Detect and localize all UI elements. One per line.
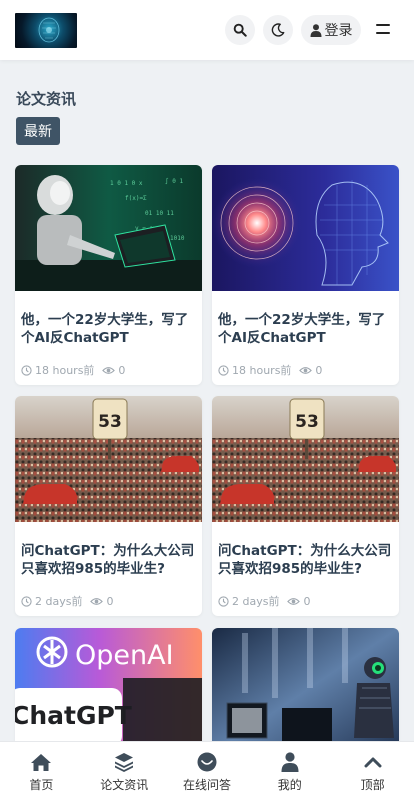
chevron-up-icon xyxy=(364,757,382,768)
article-views: 0 xyxy=(102,364,125,377)
nav-item-top[interactable]: 顶部 xyxy=(331,742,414,800)
user-icon xyxy=(281,752,299,772)
eye-icon xyxy=(90,597,104,605)
article-card[interactable]: 53 问ChatGPT：为什么大公司只喜欢招985的毕业生? 2 days前 0 xyxy=(212,396,399,616)
article-meta: 18 hours前 0 xyxy=(15,362,202,378)
article-views-count: 0 xyxy=(303,594,311,608)
nav-label: 我的 xyxy=(277,778,302,792)
user-icon xyxy=(310,23,321,37)
menu-button[interactable] xyxy=(376,22,392,38)
svg-text:01 10 11: 01 10 11 xyxy=(145,210,174,217)
search-icon xyxy=(233,23,247,37)
eye-icon xyxy=(102,366,116,374)
svg-text:1 0 1 0 x: 1 0 1 0 x xyxy=(110,180,143,187)
article-meta: 2 days前 0 xyxy=(212,593,399,609)
search-button[interactable] xyxy=(225,15,255,45)
crowd-53-image: 53 xyxy=(212,396,399,522)
nav-label: 在线问答 xyxy=(182,778,231,792)
clock-icon xyxy=(21,595,32,607)
article-meta: 2 days前 0 xyxy=(15,593,202,609)
article-card[interactable]: 53 问ChatGPT：为什么大公司只喜欢招985的毕业生? 2 days前 0 xyxy=(15,396,202,616)
article-views-count: 0 xyxy=(315,363,323,377)
clock-icon xyxy=(218,595,229,607)
menu-icon xyxy=(376,24,390,26)
svg-text:53: 53 xyxy=(295,412,319,432)
openai-logo-text: OpenAI xyxy=(75,640,174,671)
site-logo[interactable] xyxy=(15,13,77,48)
home-icon xyxy=(31,753,52,771)
svg-text:53: 53 xyxy=(98,412,122,432)
robot-office-image xyxy=(212,628,399,754)
article-title[interactable]: 问ChatGPT：为什么大公司只喜欢招985的毕业生? xyxy=(212,542,399,578)
clock-icon xyxy=(218,364,229,376)
latest-tab[interactable]: 最新 xyxy=(16,117,60,145)
article-card[interactable]: 他，一个22岁大学生，写了个AI反ChatGPT 18 hours前 0 xyxy=(212,165,399,385)
svg-text:f(x)=Σ: f(x)=Σ xyxy=(125,195,147,202)
chat-icon xyxy=(197,752,217,772)
login-button[interactable]: 登录 xyxy=(301,15,361,45)
nav-item-qa[interactable]: 在线问答 xyxy=(166,742,249,800)
article-meta: 18 hours前 0 xyxy=(212,362,399,378)
article-time: 2 days前 xyxy=(21,593,82,609)
article-time-text: 2 days前 xyxy=(35,595,83,608)
nav-item-mine[interactable]: 我的 xyxy=(248,742,331,800)
eye-icon xyxy=(287,597,301,605)
moon-icon xyxy=(271,23,285,37)
layers-icon xyxy=(115,753,134,772)
nav-item-home[interactable]: 首页 xyxy=(0,742,83,800)
article-time-text: 2 days前 xyxy=(232,595,280,608)
svg-text:1010: 1010 xyxy=(170,235,185,242)
chatgpt-logo-text: ChatGPT xyxy=(15,701,132,730)
top-header: 登录 xyxy=(0,0,414,60)
login-label: 登录 xyxy=(324,23,353,39)
article-views: 0 xyxy=(90,595,113,608)
section-title: 论文资讯 xyxy=(16,90,77,108)
robot-laptop-image: 1 0 1 0 xf(x)=Σ01 10 11 ∫ 0 1y = ax1010 xyxy=(15,165,202,291)
article-views: 0 xyxy=(299,364,322,377)
menu-icon-line xyxy=(376,32,390,34)
article-title[interactable]: 他，一个22岁大学生，写了个AI反ChatGPT xyxy=(15,311,202,347)
nav-item-papers[interactable]: 论文资讯 xyxy=(83,742,166,800)
ai-face-image xyxy=(212,165,399,291)
svg-text:∫ 0 1: ∫ 0 1 xyxy=(165,177,183,185)
article-card[interactable]: 1 0 1 0 xf(x)=Σ01 10 11 ∫ 0 1y = ax1010 … xyxy=(15,165,202,385)
nav-label: 顶部 xyxy=(360,778,385,792)
crowd-53-image: 53 xyxy=(15,396,202,522)
article-time: 2 days前 xyxy=(218,593,279,609)
article-title[interactable]: 问ChatGPT：为什么大公司只喜欢招985的毕业生? xyxy=(15,542,202,578)
article-views: 0 xyxy=(287,595,310,608)
bottom-navigation: 首页 论文资讯 在线问答 我的 顶部 xyxy=(0,741,414,800)
article-views-count: 0 xyxy=(106,594,114,608)
article-time: 18 hours前 xyxy=(21,362,94,378)
article-title[interactable]: 他，一个22岁大学生，写了个AI反ChatGPT xyxy=(212,311,399,347)
article-views-count: 0 xyxy=(118,363,126,377)
nav-label: 论文资讯 xyxy=(100,778,149,792)
clock-icon xyxy=(21,364,32,376)
openai-chatgpt-image: OpenAI ChatGPT xyxy=(15,628,202,754)
article-time: 18 hours前 xyxy=(218,362,291,378)
nav-label: 首页 xyxy=(29,778,54,792)
article-time-text: 18 hours前 xyxy=(35,364,95,377)
article-time-text: 18 hours前 xyxy=(232,364,292,377)
eye-icon xyxy=(299,366,313,374)
theme-toggle-button[interactable] xyxy=(263,15,293,45)
